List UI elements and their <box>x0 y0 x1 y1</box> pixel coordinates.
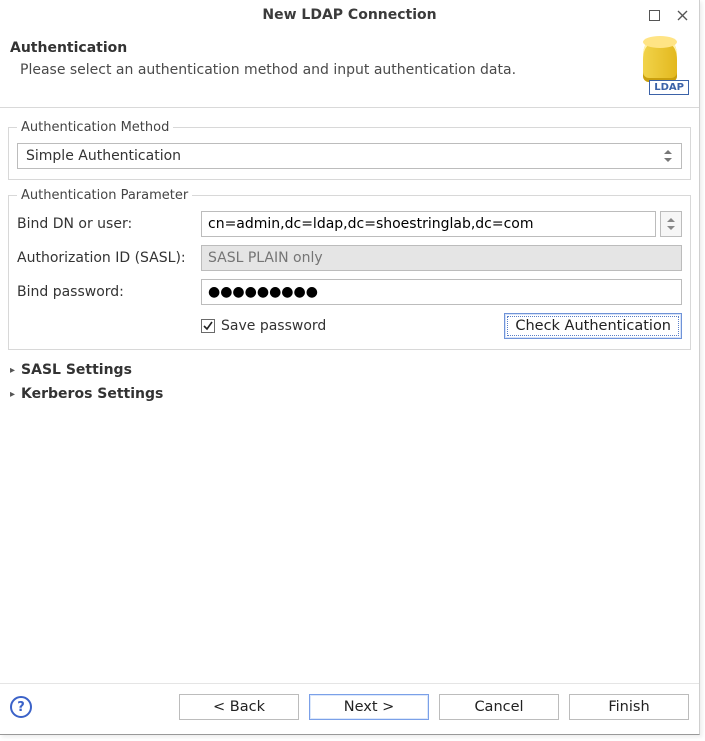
ldap-icon-badge: LDAP <box>649 80 689 95</box>
banner-description: Please select an authentication method a… <box>10 62 633 78</box>
cancel-button[interactable]: Cancel <box>439 694 559 720</box>
label-authz-id: Authorization ID (SASL): <box>17 250 197 266</box>
authz-id-input <box>201 245 682 271</box>
legend-auth-parameter: Authentication Parameter <box>17 188 192 203</box>
dialog-title: New LDAP Connection <box>262 7 436 23</box>
bind-dn-picker-button[interactable] <box>660 211 682 237</box>
sasl-settings-label: SASL Settings <box>21 362 132 378</box>
check-authentication-button[interactable]: Check Authentication <box>504 313 682 339</box>
dialog-new-ldap-connection: New LDAP Connection Authentication Pleas… <box>0 0 700 735</box>
sasl-settings-expander[interactable]: ▸ SASL Settings <box>8 358 691 382</box>
banner-heading: Authentication <box>10 40 633 56</box>
close-icon[interactable] <box>673 6 691 24</box>
fieldset-auth-method: Authentication Method Simple Authenticat… <box>8 120 691 180</box>
next-button[interactable]: Next > <box>309 694 429 720</box>
kerberos-settings-label: Kerberos Settings <box>21 386 163 402</box>
auth-method-select[interactable]: Simple Authentication <box>17 143 682 169</box>
auth-method-selected: Simple Authentication <box>26 148 181 164</box>
label-bind-dn: Bind DN or user: <box>17 216 197 232</box>
help-icon[interactable]: ? <box>10 696 32 718</box>
footer: ? < Back Next > Cancel Finish <box>0 683 699 734</box>
triangle-right-icon: ▸ <box>10 365 15 376</box>
fieldset-auth-parameter: Authentication Parameter Bind DN or user… <box>8 188 691 350</box>
chevron-updown-icon <box>661 144 675 168</box>
content-area: Authentication Method Simple Authenticat… <box>0 108 699 683</box>
bind-password-input[interactable] <box>201 279 682 305</box>
back-button[interactable]: < Back <box>179 694 299 720</box>
legend-auth-method: Authentication Method <box>17 120 173 135</box>
save-password-checkbox[interactable]: Save password <box>201 318 326 334</box>
save-password-label: Save password <box>221 318 326 334</box>
checkbox-icon <box>201 319 215 333</box>
titlebar: New LDAP Connection <box>0 0 699 30</box>
bind-dn-input[interactable] <box>201 211 656 237</box>
label-bind-password: Bind password: <box>17 284 197 300</box>
finish-button[interactable]: Finish <box>569 694 689 720</box>
maximize-icon[interactable] <box>645 6 663 24</box>
triangle-right-icon: ▸ <box>10 389 15 400</box>
banner: Authentication Please select an authenti… <box>0 30 699 108</box>
ldap-icon: LDAP <box>633 40 689 95</box>
kerberos-settings-expander[interactable]: ▸ Kerberos Settings <box>8 382 691 406</box>
